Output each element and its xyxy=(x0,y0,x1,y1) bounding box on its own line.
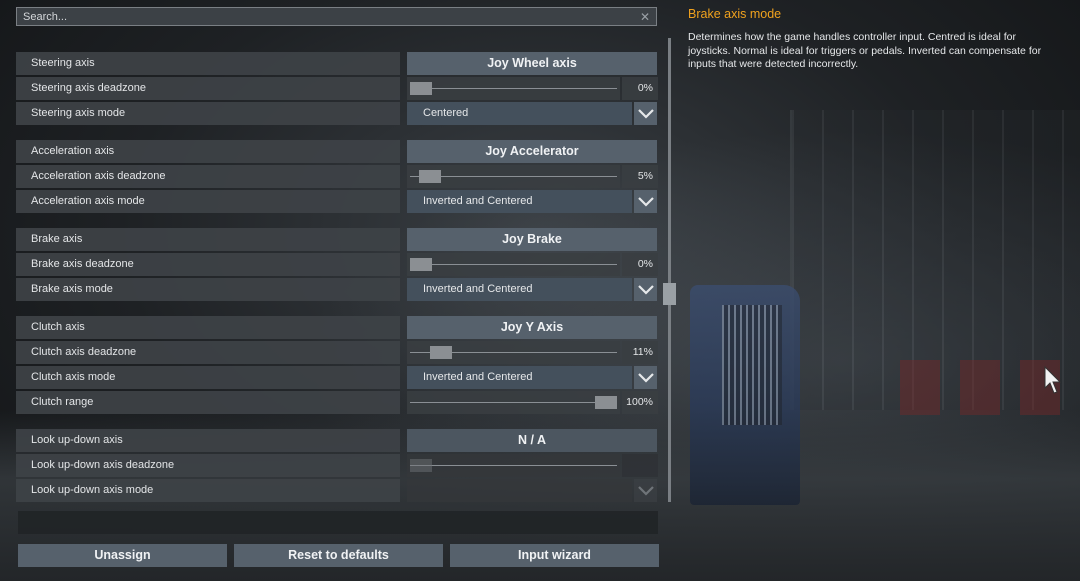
steering-mode-label: Steering axis mode xyxy=(16,102,400,125)
clutch-range-row: Clutch range 100% xyxy=(16,391,658,414)
acceleration-mode-row: Acceleration axis mode Inverted and Cent… xyxy=(16,190,658,213)
clutch-mode-label: Clutch axis mode xyxy=(16,366,400,389)
slider-track xyxy=(410,402,617,403)
status-bar xyxy=(18,511,658,534)
input-wizard-button[interactable]: Input wizard xyxy=(450,544,659,567)
clutch-range-value: 100% xyxy=(622,391,658,414)
lookupdown-mode-label: Look up-down axis mode xyxy=(16,479,400,502)
chevron-down-icon[interactable] xyxy=(634,190,657,213)
slider-thumb xyxy=(410,459,432,472)
clutch-axis-assign-button[interactable]: Joy Y Axis xyxy=(407,316,657,339)
background-tool-cabinet xyxy=(960,360,1000,415)
lookupdown-deadzone-slider xyxy=(407,454,620,477)
lookupdown-mode-row: Look up-down axis mode xyxy=(16,479,658,502)
brake-mode-row: Brake axis mode Inverted and Centered xyxy=(16,278,658,301)
acceleration-deadzone-slider[interactable] xyxy=(407,165,620,188)
mouse-cursor-icon xyxy=(1044,366,1062,394)
brake-deadzone-value: 0% xyxy=(622,253,658,276)
steering-axis-row: Steering axis Joy Wheel axis xyxy=(16,52,658,75)
acceleration-axis-assign-button[interactable]: Joy Accelerator xyxy=(407,140,657,163)
clutch-deadzone-label: Clutch axis deadzone xyxy=(16,341,400,364)
lookupdown-axis-label: Look up-down axis xyxy=(16,429,400,452)
lookupdown-axis-row: Look up-down axis N / A xyxy=(16,429,658,452)
slider-thumb[interactable] xyxy=(410,82,432,95)
steering-axis-assign-button[interactable]: Joy Wheel axis xyxy=(407,52,657,75)
help-description: Determines how the game handles controll… xyxy=(688,31,1042,70)
brake-deadzone-label: Brake axis deadzone xyxy=(16,253,400,276)
lookupdown-deadzone-row: Look up-down axis deadzone xyxy=(16,454,658,477)
acceleration-mode-select[interactable]: Inverted and Centered xyxy=(407,190,632,213)
chevron-down-icon[interactable] xyxy=(634,278,657,301)
clutch-range-slider[interactable] xyxy=(407,391,620,414)
acceleration-deadzone-row: Acceleration axis deadzone 5% xyxy=(16,165,658,188)
acceleration-axis-label: Acceleration axis xyxy=(16,140,400,163)
brake-axis-assign-button[interactable]: Joy Brake xyxy=(407,228,657,251)
steering-deadzone-slider[interactable] xyxy=(407,77,620,100)
clutch-range-label: Clutch range xyxy=(16,391,400,414)
brake-axis-row: Brake axis Joy Brake xyxy=(16,228,658,251)
chevron-down-icon[interactable] xyxy=(634,366,657,389)
clutch-axis-label: Clutch axis xyxy=(16,316,400,339)
clutch-mode-select[interactable]: Inverted and Centered xyxy=(407,366,632,389)
acceleration-mode-label: Acceleration axis mode xyxy=(16,190,400,213)
scrollbar-thumb[interactable] xyxy=(663,283,676,305)
lookupdown-mode-select xyxy=(407,479,632,502)
chevron-down-icon[interactable] xyxy=(634,102,657,125)
brake-axis-label: Brake axis xyxy=(16,228,400,251)
reset-to-defaults-button[interactable]: Reset to defaults xyxy=(234,544,443,567)
scrollbar-track[interactable] xyxy=(668,38,671,502)
clutch-deadzone-row: Clutch axis deadzone 11% xyxy=(16,341,658,364)
lookupdown-axis-assign-button[interactable]: N / A xyxy=(407,429,657,452)
background-truck-grill xyxy=(722,305,782,425)
slider-track xyxy=(410,465,617,466)
steering-deadzone-value: 0% xyxy=(622,77,658,100)
steering-deadzone-label: Steering axis deadzone xyxy=(16,77,400,100)
help-title: Brake axis mode xyxy=(688,7,782,21)
slider-thumb[interactable] xyxy=(430,346,453,359)
slider-track xyxy=(410,88,617,89)
clutch-deadzone-slider[interactable] xyxy=(407,341,620,364)
acceleration-deadzone-value: 5% xyxy=(622,165,658,188)
clutch-mode-row: Clutch axis mode Inverted and Centered xyxy=(16,366,658,389)
lookupdown-deadzone-value xyxy=(622,454,658,477)
brake-deadzone-row: Brake axis deadzone 0% xyxy=(16,253,658,276)
slider-thumb[interactable] xyxy=(419,170,442,183)
steering-mode-row: Steering axis mode Centered xyxy=(16,102,658,125)
close-icon[interactable]: ✕ xyxy=(638,10,652,24)
slider-track xyxy=(410,264,617,265)
lookupdown-deadzone-label: Look up-down axis deadzone xyxy=(16,454,400,477)
clutch-axis-row: Clutch axis Joy Y Axis xyxy=(16,316,658,339)
background-tool-cabinet xyxy=(900,360,940,415)
slider-thumb[interactable] xyxy=(595,396,617,409)
search-box[interactable]: ✕ xyxy=(16,7,657,26)
unassign-button[interactable]: Unassign xyxy=(18,544,227,567)
steering-mode-select[interactable]: Centered xyxy=(407,102,632,125)
brake-mode-select[interactable]: Inverted and Centered xyxy=(407,278,632,301)
slider-thumb[interactable] xyxy=(410,258,432,271)
steering-deadzone-row: Steering axis deadzone 0% xyxy=(16,77,658,100)
steering-axis-label: Steering axis xyxy=(16,52,400,75)
brake-mode-label: Brake axis mode xyxy=(16,278,400,301)
acceleration-axis-row: Acceleration axis Joy Accelerator xyxy=(16,140,658,163)
brake-deadzone-slider[interactable] xyxy=(407,253,620,276)
chevron-down-icon xyxy=(634,479,657,502)
clutch-deadzone-value: 11% xyxy=(622,341,658,364)
acceleration-deadzone-label: Acceleration axis deadzone xyxy=(16,165,400,188)
search-input[interactable] xyxy=(23,10,638,23)
